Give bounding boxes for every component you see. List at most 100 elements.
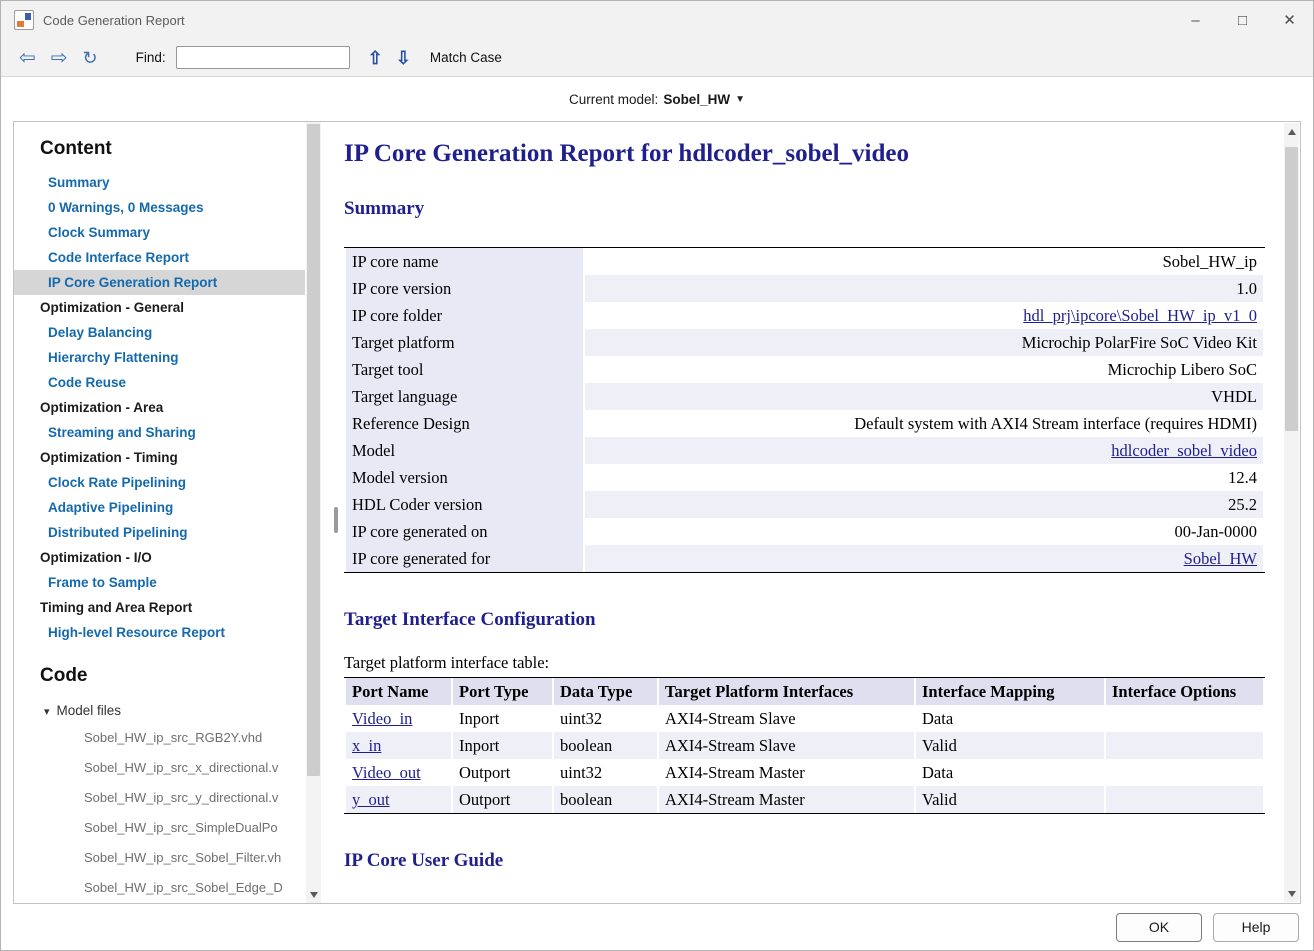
summary-label: IP core version — [346, 275, 583, 302]
port-cell — [1106, 705, 1263, 732]
summary-value: Microchip PolarFire SoC Video Kit — [585, 329, 1263, 356]
port-cell: boolean — [554, 732, 657, 759]
table-row: Reference Design Default system with AXI… — [346, 410, 1263, 437]
model-dropdown-icon[interactable]: ▼ — [735, 93, 745, 105]
port-link[interactable]: Video_in — [352, 709, 412, 728]
report-scrollbar-thumb[interactable] — [1285, 147, 1298, 431]
summary-value: 00-Jan-0000 — [585, 518, 1263, 545]
collapse-triangle-icon[interactable]: ▾ — [44, 706, 50, 718]
sidebar-scrollbar-thumb[interactable] — [307, 124, 320, 776]
summary-label: Reference Design — [346, 410, 583, 437]
sidebar-item-code-interface-report[interactable]: Code Interface Report — [14, 245, 305, 270]
sidebar-item-frame-to-sample[interactable]: Frame to Sample — [14, 570, 305, 595]
port-cell: AXI4-Stream Slave — [659, 705, 914, 732]
sidebar-item-warnings-messages[interactable]: 0 Warnings, 0 Messages — [14, 195, 305, 220]
generated-for-link[interactable]: Sobel_HW — [1184, 549, 1257, 568]
file-item[interactable]: Sobel_HW_ip_src_y_directional.v — [14, 783, 319, 813]
help-button[interactable]: Help — [1213, 913, 1299, 942]
table-row: HDL Coder version 25.2 — [346, 491, 1263, 518]
find-input[interactable] — [176, 46, 350, 69]
model-files-group[interactable]: ▾ Model files — [14, 699, 321, 723]
file-item[interactable]: Sobel_HW_ip_src_Sobel_Filter.vh — [14, 843, 319, 873]
footer-bar: OK Help — [1, 904, 1313, 950]
model-files-label: Model files — [57, 703, 122, 718]
sidebar-item-clock-rate-pipelining[interactable]: Clock Rate Pipelining — [14, 470, 305, 495]
scroll-down-icon[interactable] — [306, 887, 321, 902]
sidebar: Content Summary 0 Warnings, 0 Messages C… — [14, 122, 321, 903]
content-heading: Content — [40, 138, 321, 160]
ip-core-folder-link[interactable]: hdl_prj\ipcore\Sobel_HW_ip_v1_0 — [1023, 306, 1257, 325]
model-link[interactable]: hdlcoder_sobel_video — [1111, 441, 1257, 460]
column-header: Interface Options — [1106, 678, 1263, 705]
summary-heading: Summary — [344, 198, 1276, 220]
sidebar-section-timing-and-area-report: Timing and Area Report — [14, 595, 305, 620]
sidebar-item-ip-core-generation-report[interactable]: IP Core Generation Report — [14, 270, 305, 295]
scroll-down-icon[interactable] — [1284, 886, 1299, 901]
port-cell: uint32 — [554, 759, 657, 786]
summary-label: Target tool — [346, 356, 583, 383]
port-cell: boolean — [554, 786, 657, 813]
summary-label: Model version — [346, 464, 583, 491]
table-row: x_in Inport boolean AXI4-Stream Slave Va… — [346, 732, 1263, 759]
close-icon[interactable]: ✕ — [1266, 1, 1313, 39]
maximize-icon[interactable]: □ — [1219, 1, 1266, 39]
file-item[interactable]: Sobel_HW_ip_src_Sobel_Edge_D — [14, 873, 319, 903]
port-link[interactable]: x_in — [352, 736, 381, 755]
sidebar-item-streaming-and-sharing[interactable]: Streaming and Sharing — [14, 420, 305, 445]
find-label: Find: — [136, 50, 166, 65]
title-bar: Code Generation Report – □ ✕ — [1, 1, 1313, 39]
port-cell: AXI4-Stream Slave — [659, 732, 914, 759]
code-generation-report-window: Code Generation Report – □ ✕ ⇦ ⇨ ↻ Find:… — [0, 0, 1314, 951]
table-row: Model version 12.4 — [346, 464, 1263, 491]
find-next-icon[interactable]: ⇩ — [396, 49, 411, 67]
summary-label: HDL Coder version — [346, 491, 583, 518]
sidebar-item-summary[interactable]: Summary — [14, 170, 305, 195]
minimize-icon[interactable]: – — [1172, 1, 1219, 39]
port-cell — [1106, 759, 1263, 786]
sidebar-item-adaptive-pipelining[interactable]: Adaptive Pipelining — [14, 495, 305, 520]
current-model-name[interactable]: Sobel_HW — [663, 92, 730, 107]
summary-label: IP core generated on — [346, 518, 583, 545]
port-cell — [1106, 732, 1263, 759]
port-link[interactable]: Video_out — [352, 763, 421, 782]
summary-value: 12.4 — [585, 464, 1263, 491]
current-model-label: Current model: — [569, 92, 658, 107]
sidebar-item-code-reuse[interactable]: Code Reuse — [14, 370, 305, 395]
table-row: IP core version 1.0 — [346, 275, 1263, 302]
sidebar-item-hierarchy-flattening[interactable]: Hierarchy Flattening — [14, 345, 305, 370]
code-heading: Code — [40, 665, 321, 687]
port-cell: AXI4-Stream Master — [659, 759, 914, 786]
table-row: Target platform Microchip PolarFire SoC … — [346, 329, 1263, 356]
column-header: Target Platform Interfaces — [659, 678, 914, 705]
sidebar-item-delay-balancing[interactable]: Delay Balancing — [14, 320, 305, 345]
port-link[interactable]: y_out — [352, 790, 390, 809]
sidebar-section-optimization-io: Optimization - I/O — [14, 545, 305, 570]
refresh-icon[interactable]: ↻ — [83, 49, 98, 67]
report-title: IP Core Generation Report for hdlcoder_s… — [344, 140, 1276, 168]
window-controls: – □ ✕ — [1172, 1, 1313, 39]
table-row: Model hdlcoder_sobel_video — [346, 437, 1263, 464]
summary-table: IP core name Sobel_HW_ip IP core version… — [344, 247, 1265, 573]
find-previous-icon[interactable]: ⇧ — [368, 49, 383, 67]
sidebar-item-distributed-pipelining[interactable]: Distributed Pipelining — [14, 520, 305, 545]
file-item[interactable]: Sobel_HW_ip_src_x_directional.v — [14, 753, 319, 783]
file-item[interactable]: Sobel_HW_ip_src_SimpleDualPo — [14, 813, 319, 843]
sidebar-item-clock-summary[interactable]: Clock Summary — [14, 220, 305, 245]
summary-label: Target platform — [346, 329, 583, 356]
report-scrollbar[interactable] — [1284, 123, 1299, 902]
table-row: Video_in Inport uint32 AXI4-Stream Slave… — [346, 705, 1263, 732]
forward-icon[interactable]: ⇨ — [51, 48, 68, 68]
column-header: Data Type — [554, 678, 657, 705]
sidebar-item-high-level-resource-report[interactable]: High-level Resource Report — [14, 620, 305, 645]
file-item[interactable]: Sobel_HW_ip_src_RGB2Y.vhd — [14, 723, 319, 753]
summary-value: VHDL — [585, 383, 1263, 410]
match-case-toggle[interactable]: Match Case — [430, 50, 502, 65]
scroll-up-icon[interactable] — [1284, 124, 1299, 139]
summary-label: IP core generated for — [346, 545, 583, 572]
back-icon[interactable]: ⇦ — [19, 48, 36, 68]
ok-button[interactable]: OK — [1116, 913, 1202, 942]
current-model-bar: Current model: Sobel_HW ▼ — [1, 77, 1313, 121]
port-cell: Inport — [453, 705, 552, 732]
sidebar-scrollbar[interactable] — [306, 122, 321, 903]
table-row: IP core folder hdl_prj\ipcore\Sobel_HW_i… — [346, 302, 1263, 329]
